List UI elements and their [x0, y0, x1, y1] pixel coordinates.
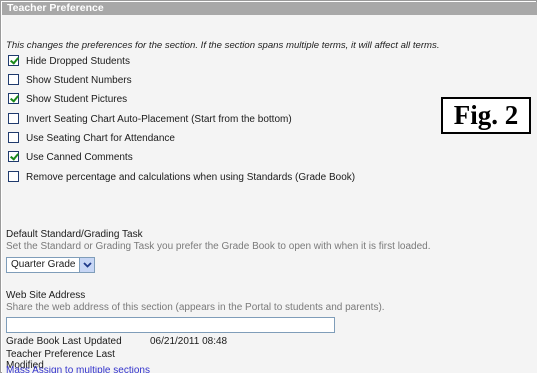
website-title: Web Site Address: [6, 290, 86, 301]
option-hide-dropped-students[interactable]: Hide Dropped Students: [8, 54, 130, 68]
option-remove-percentage[interactable]: Remove percentage and calculations when …: [8, 170, 356, 184]
chevron-down-icon[interactable]: [79, 258, 95, 272]
option-use-canned-comments[interactable]: Use Canned Comments: [8, 150, 133, 164]
option-label: Use Seating Chart for Attendance: [26, 132, 175, 144]
option-label: Hide Dropped Students: [26, 55, 130, 67]
default-task-select[interactable]: Quarter Grade: [6, 257, 96, 273]
intro-text: This changes the preferences for the sec…: [6, 40, 440, 51]
teacher-pref-modified-label-1: Teacher Preference Last: [6, 349, 115, 360]
seating-chart-attendance-checkbox[interactable]: [8, 132, 19, 143]
option-label: Show Student Numbers: [26, 74, 132, 86]
figure-label: Fig. 2: [441, 97, 531, 134]
grade-book-updated-value: 06/21/2011 08:48: [150, 336, 228, 347]
show-student-pictures-checkbox[interactable]: [8, 93, 19, 104]
option-label: Use Canned Comments: [26, 151, 133, 163]
option-label: Invert Seating Chart Auto-Placement (Sta…: [26, 113, 292, 125]
mass-assign-link[interactable]: Mass Assign to multiple sections: [6, 366, 150, 373]
option-invert-seating-chart[interactable]: Invert Seating Chart Auto-Placement (Sta…: [8, 112, 292, 126]
remove-percentage-checkbox[interactable]: [8, 171, 19, 182]
website-address-input[interactable]: [6, 317, 335, 333]
panel-header: Teacher Preference: [2, 2, 537, 15]
default-task-selected: Quarter Grade: [11, 259, 76, 270]
default-task-description: Set the Standard or Grading Task you pre…: [6, 241, 431, 252]
invert-seating-chart-checkbox[interactable]: [8, 113, 19, 124]
option-seating-chart-attendance[interactable]: Use Seating Chart for Attendance: [8, 131, 175, 145]
use-canned-comments-checkbox[interactable]: [8, 151, 19, 162]
option-show-student-numbers[interactable]: Show Student Numbers: [8, 73, 132, 87]
option-label: Show Student Pictures: [26, 93, 128, 105]
grade-book-updated-label: Grade Book Last Updated: [6, 336, 122, 347]
option-label: Remove percentage and calculations when …: [26, 171, 356, 183]
hide-dropped-students-checkbox[interactable]: [8, 55, 19, 66]
option-show-student-pictures[interactable]: Show Student Pictures: [8, 92, 128, 106]
default-task-title: Default Standard/Grading Task: [6, 229, 143, 240]
show-student-numbers-checkbox[interactable]: [8, 74, 19, 85]
website-description: Share the web address of this section (a…: [6, 302, 385, 313]
